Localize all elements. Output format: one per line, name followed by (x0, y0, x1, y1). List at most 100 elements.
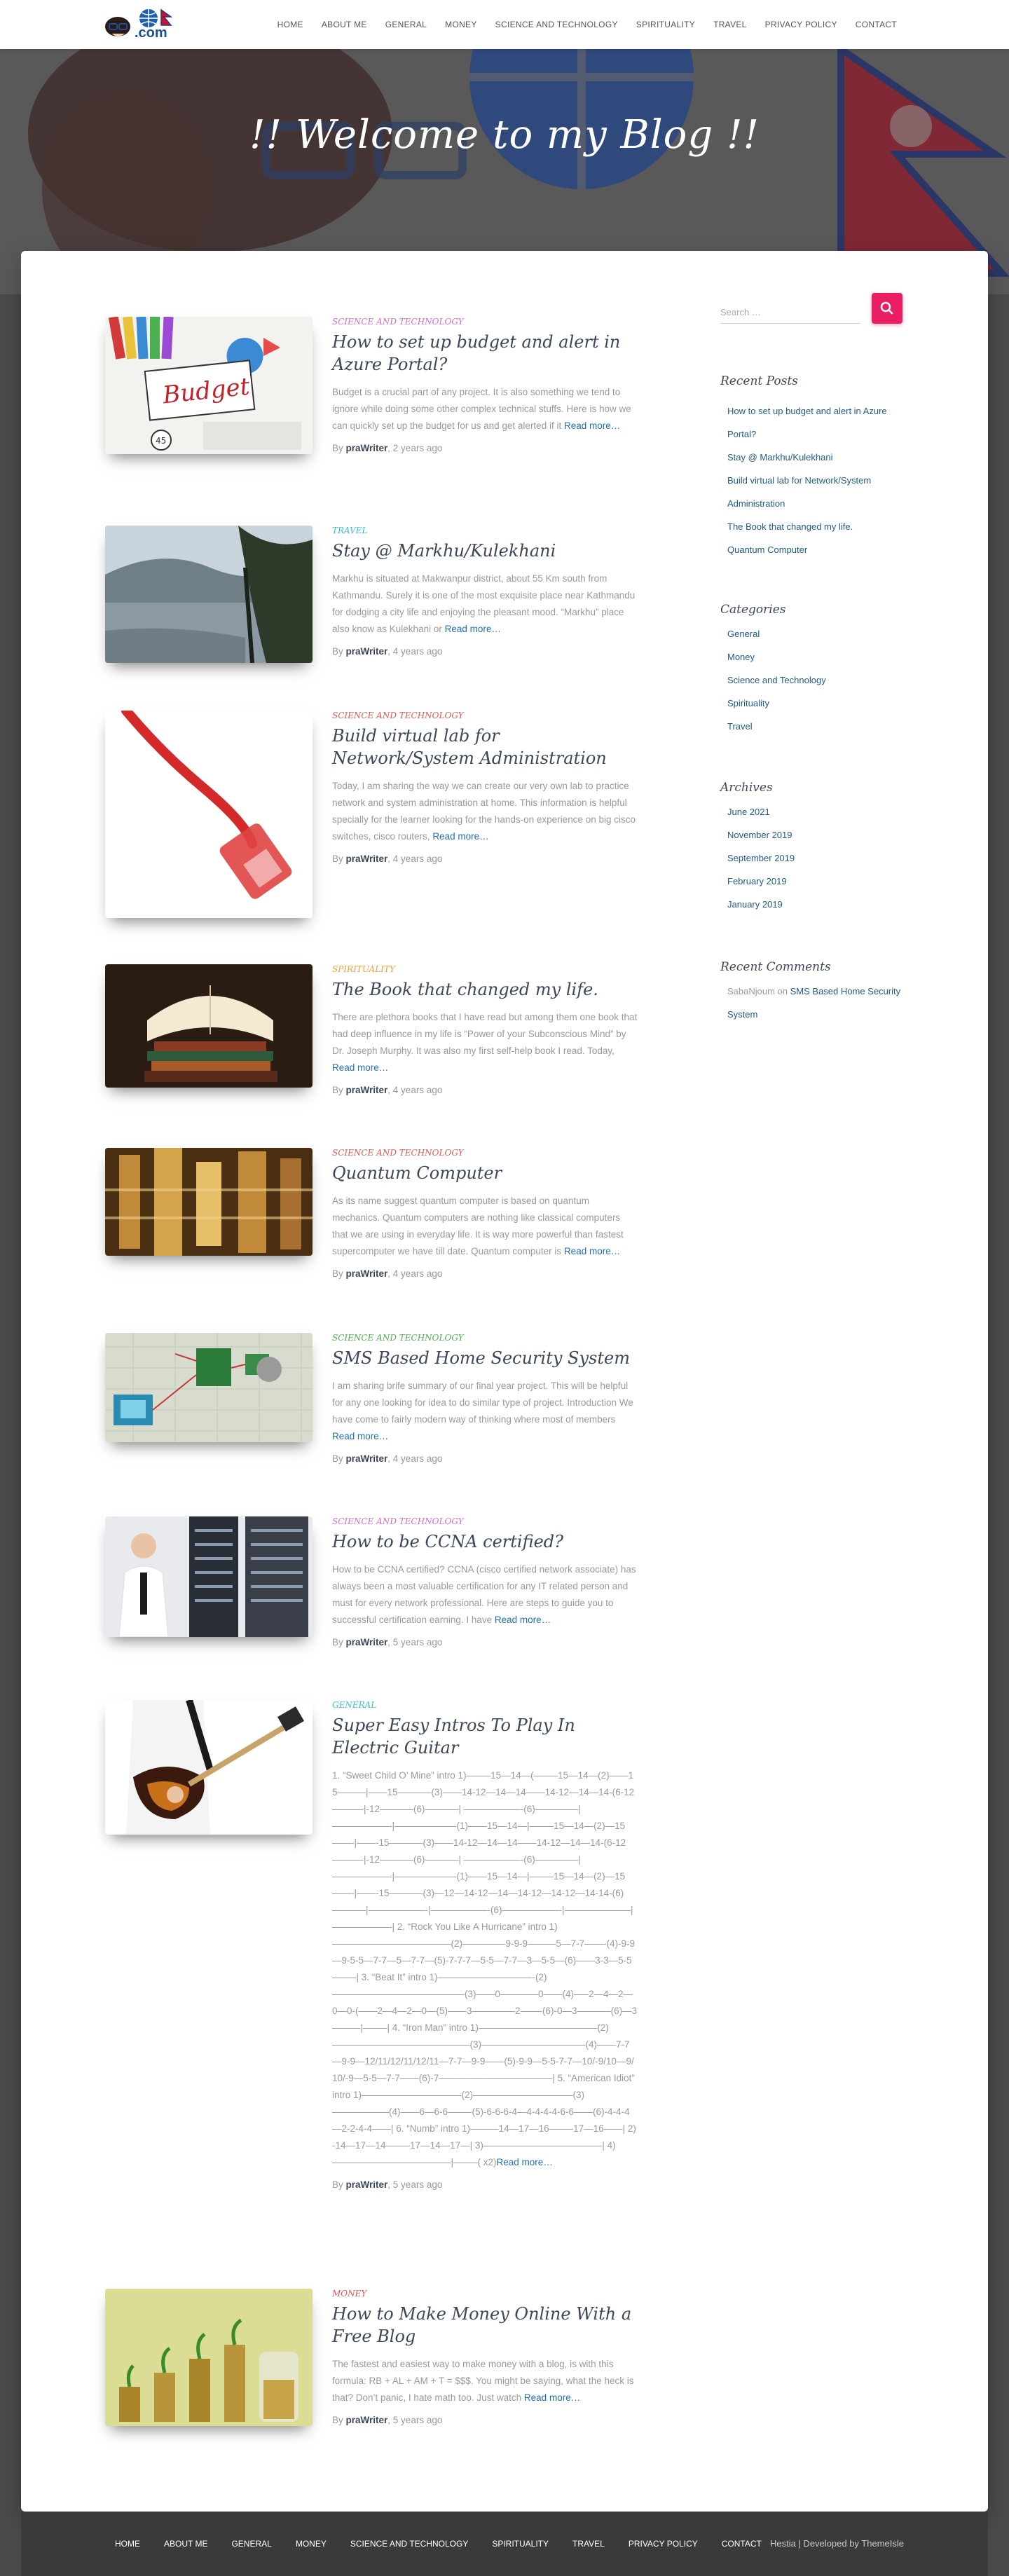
archive-link[interactable]: June 2021 (727, 800, 910, 823)
recent-post-link[interactable]: Stay @ Markhu/Kulekhani (727, 446, 910, 469)
read-more-link[interactable]: Read more… (332, 1062, 388, 1073)
post-item: SCIENCE AND TECHNOLOGY How to be CCNA ce… (105, 1516, 652, 1671)
post-title[interactable]: Super Easy Intros To Play In Electric Gu… (332, 1714, 638, 1759)
read-more-link[interactable]: Read more… (495, 1615, 551, 1625)
post-thumbnail[interactable] (105, 1516, 313, 1637)
archive-link[interactable]: September 2019 (727, 847, 910, 870)
footer-nav-general[interactable]: GENERAL (231, 2539, 271, 2549)
footer-nav-money[interactable]: MONEY (296, 2539, 327, 2549)
post-title[interactable]: Quantum Computer (332, 1162, 638, 1184)
read-more-link[interactable]: Read more… (445, 624, 501, 634)
post-item: Budget 45 SCIENCE AND TECHNOLOGY How to … (105, 317, 652, 478)
post-content: SCIENCE AND TECHNOLOGY Quantum Computer … (332, 1148, 638, 1279)
post-title[interactable]: Build virtual lab for Network/System Adm… (332, 725, 638, 769)
post-category[interactable]: MONEY (332, 2289, 638, 2298)
post-category[interactable]: SCIENCE AND TECHNOLOGY (332, 1333, 638, 1343)
site-logo[interactable]: .com (102, 6, 186, 45)
nav-spirituality[interactable]: SPIRITUALITY (636, 20, 695, 29)
category-link[interactable]: Spirituality (727, 692, 910, 715)
read-more-link[interactable]: Read more… (564, 420, 620, 431)
post-category[interactable]: GENERAL (332, 1700, 638, 1710)
recent-posts-title: Recent Posts (720, 374, 798, 388)
main-menu: HOME ABOUT ME GENERAL MONEY SCIENCE AND … (259, 0, 897, 49)
post-byline: By praWriter, 4 years ago (332, 646, 638, 657)
category-link[interactable]: General (727, 622, 910, 645)
post-thumbnail[interactable] (105, 1333, 313, 1442)
search-button[interactable] (872, 293, 902, 324)
nav-about-me[interactable]: ABOUT ME (322, 20, 367, 29)
post-category[interactable]: SCIENCE AND TECHNOLOGY (332, 317, 638, 327)
categories-title: Categories (720, 603, 786, 617)
nav-money[interactable]: MONEY (445, 20, 477, 29)
post-category[interactable]: SCIENCE AND TECHNOLOGY (332, 1516, 638, 1526)
archive-link[interactable]: November 2019 (727, 823, 910, 847)
nav-privacy-policy[interactable]: PRIVACY POLICY (765, 20, 837, 29)
post-thumbnail[interactable] (105, 2289, 313, 2426)
post-content: GENERAL Super Easy Intros To Play In Ele… (332, 1700, 638, 2190)
recent-post-link[interactable]: Build virtual lab for Network/System Adm… (727, 469, 910, 515)
post-category[interactable]: SCIENCE AND TECHNOLOGY (332, 1148, 638, 1158)
post-author[interactable]: praWriter (346, 1268, 388, 1279)
post-title[interactable]: Stay @ Markhu/Kulekhani (332, 540, 638, 562)
footer-nav-spirituality[interactable]: SPIRITUALITY (492, 2539, 549, 2549)
read-more-link[interactable]: Read more… (564, 1246, 620, 1256)
post-title[interactable]: The Book that changed my life. (332, 978, 638, 1001)
post-author[interactable]: praWriter (346, 2415, 388, 2425)
byline-prefix: By (332, 2179, 346, 2190)
post-author[interactable]: praWriter (346, 443, 388, 453)
recent-post-link[interactable]: How to set up budget and alert in Azure … (727, 399, 910, 446)
footer-credit[interactable]: Hestia | Developed by ThemeIsle (770, 2512, 904, 2576)
post-title[interactable]: SMS Based Home Security System (332, 1347, 638, 1369)
category-link[interactable]: Money (727, 645, 910, 669)
read-more-link[interactable]: Read more… (432, 831, 488, 842)
nav-science-and-technology[interactable]: SCIENCE AND TECHNOLOGY (495, 20, 618, 29)
post-author[interactable]: praWriter (346, 2179, 388, 2190)
post-content: SCIENCE AND TECHNOLOGY How to be CCNA ce… (332, 1516, 638, 1647)
post-thumbnail[interactable]: Budget 45 (105, 317, 313, 454)
post-thumbnail[interactable] (105, 526, 313, 663)
footer-nav-home[interactable]: HOME (115, 2539, 140, 2549)
footer-nav-science-and-technology[interactable]: SCIENCE AND TECHNOLOGY (350, 2539, 468, 2549)
post-title[interactable]: How to Make Money Online With a Free Blo… (332, 2303, 638, 2348)
post-category[interactable]: TRAVEL (332, 526, 638, 535)
recent-post-link[interactable]: Quantum Computer (727, 538, 910, 561)
post-author[interactable]: praWriter (346, 1085, 388, 1095)
archive-link[interactable]: February 2019 (727, 870, 910, 893)
footer-nav-travel[interactable]: TRAVEL (572, 2539, 605, 2549)
post-item: MONEY How to Make Money Online With a Fr… (105, 2289, 652, 2443)
footer-nav-about-me[interactable]: ABOUT ME (164, 2539, 207, 2549)
nav-general[interactable]: GENERAL (385, 20, 427, 29)
post-title[interactable]: How to set up budget and alert in Azure … (332, 331, 638, 376)
nav-contact[interactable]: CONTACT (856, 20, 897, 29)
search-input[interactable]: Search … (720, 299, 860, 324)
read-more-link[interactable]: Read more… (524, 2392, 580, 2403)
archive-link[interactable]: January 2019 (727, 893, 910, 916)
footer-nav-privacy-policy[interactable]: PRIVACY POLICY (629, 2539, 698, 2549)
post-item: SPIRITUALITY The Book that changed my li… (105, 964, 652, 1118)
post-thumbnail[interactable] (105, 1148, 313, 1256)
post-category[interactable]: SCIENCE AND TECHNOLOGY (332, 711, 638, 720)
post-author[interactable]: praWriter (346, 854, 388, 864)
post-thumbnail[interactable] (105, 964, 313, 1088)
post-author[interactable]: praWriter (346, 1637, 388, 1647)
post-category[interactable]: SPIRITUALITY (332, 964, 638, 974)
category-link[interactable]: Science and Technology (727, 669, 910, 692)
post-thumbnail[interactable] (105, 1700, 313, 1835)
post-excerpt: There are plethora books that I have rea… (332, 1009, 638, 1076)
post-title[interactable]: How to be CCNA certified? (332, 1530, 638, 1553)
archives-title: Archives (720, 781, 773, 795)
category-link[interactable]: Travel (727, 715, 910, 738)
post-thumbnail[interactable] (105, 711, 313, 918)
nav-home[interactable]: HOME (277, 20, 303, 29)
post-item: TRAVEL Stay @ Markhu/Kulekhani Markhu is… (105, 526, 652, 680)
read-more-link[interactable]: Read more… (332, 1431, 388, 1441)
post-excerpt-text: There are plethora books that I have rea… (332, 1012, 638, 1056)
read-more-link[interactable]: Read more… (497, 2157, 553, 2167)
nav-travel[interactable]: TRAVEL (713, 20, 747, 29)
post-author[interactable]: praWriter (346, 1453, 388, 1464)
post-author[interactable]: praWriter (346, 646, 388, 657)
footer-nav-contact[interactable]: CONTACT (722, 2539, 762, 2549)
post-excerpt-text: I am sharing brife summary of our final … (332, 1381, 633, 1425)
recent-post-link[interactable]: The Book that changed my life. (727, 515, 910, 538)
post-byline: By praWriter, 5 years ago (332, 2415, 638, 2425)
